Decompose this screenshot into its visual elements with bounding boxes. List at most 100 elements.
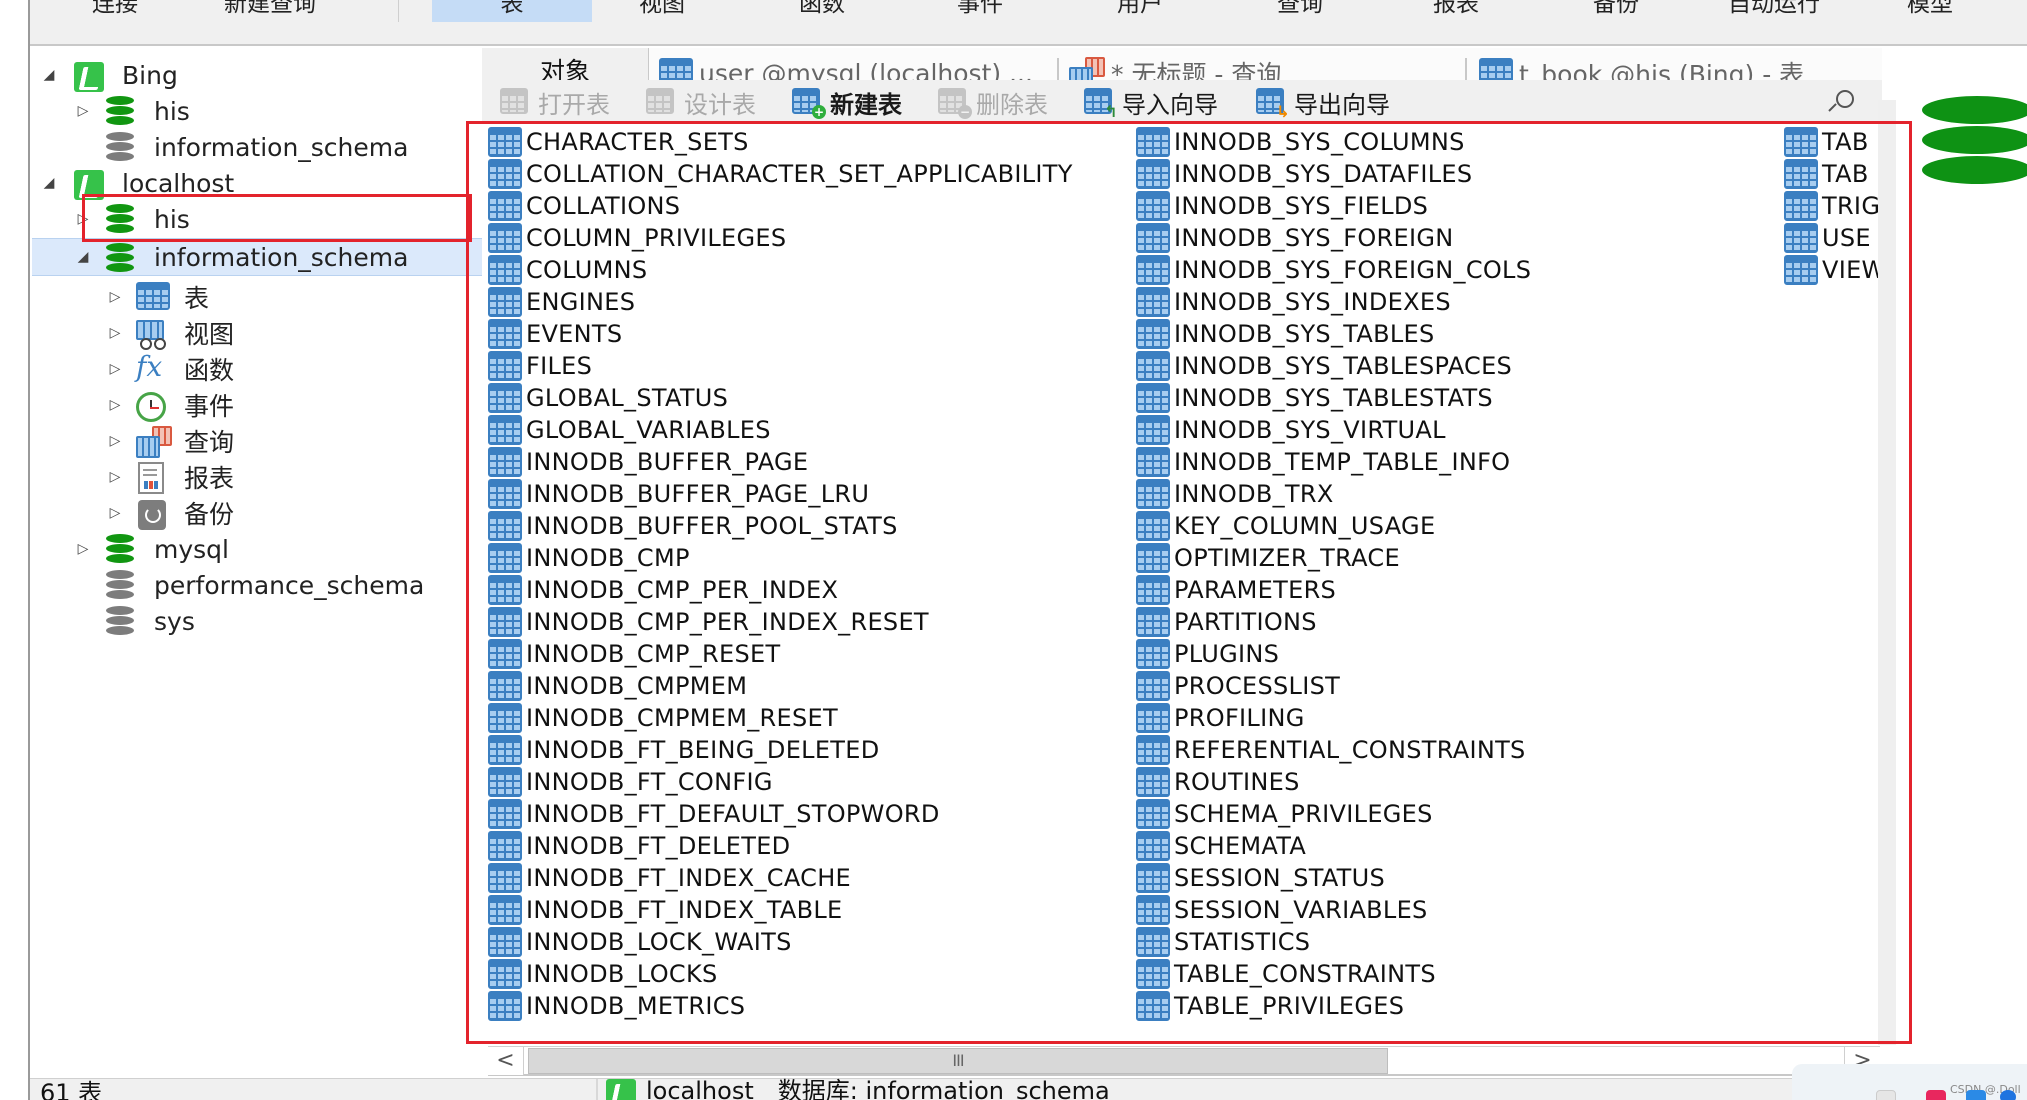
collapsed-arrow-icon[interactable]: ▷	[76, 210, 90, 228]
tree-item-reports[interactable]: ▷ 报表	[32, 460, 482, 494]
table-list-item[interactable]: TABLE_CONSTRAINTS	[1136, 958, 1436, 990]
table-list-item[interactable]: INNODB_TEMP_TABLE_INFO	[1136, 446, 1510, 478]
delete-table-button[interactable]: − 删除表	[938, 84, 1048, 120]
collapsed-arrow-icon[interactable]: ▷	[108, 324, 122, 342]
table-list-item[interactable]: COLUMNS	[488, 254, 647, 286]
table-list-item[interactable]: EVENTS	[488, 318, 622, 350]
table-list-item[interactable]: INNODB_SYS_FIELDS	[1136, 190, 1428, 222]
tree-item-information-schema[interactable]: information_schema	[32, 130, 482, 164]
ribbon-new-query[interactable]: 新建查询	[200, 0, 340, 22]
table-list-item[interactable]: PARAMETERS	[1136, 574, 1336, 606]
export-wizard-button[interactable]: ↳ 导出向导	[1256, 84, 1390, 120]
table-list-item[interactable]: STATISTICS	[1136, 926, 1310, 958]
search-icon[interactable]	[1826, 88, 1856, 118]
table-list-item[interactable]: COLLATIONS	[488, 190, 680, 222]
table-list-item[interactable]: INNODB_FT_INDEX_TABLE	[488, 894, 843, 926]
table-list-item[interactable]: INNODB_FT_DELETED	[488, 830, 790, 862]
table-list-item[interactable]: INNODB_BUFFER_PAGE	[488, 446, 808, 478]
table-list-item[interactable]: INNODB_CMPMEM	[488, 670, 747, 702]
table-list-item[interactable]: KEY_COLUMN_USAGE	[1136, 510, 1435, 542]
table-list-item[interactable]: INNODB_BUFFER_PAGE_LRU	[488, 478, 869, 510]
table-list-item[interactable]: INNODB_SYS_INDEXES	[1136, 286, 1451, 318]
tree-item-sys[interactable]: sys	[32, 604, 482, 638]
table-list-item[interactable]: INNODB_CMP_PER_INDEX_RESET	[488, 606, 929, 638]
tree-item-functions[interactable]: ▷ fx 函数	[32, 352, 482, 386]
tree-item-his[interactable]: ▷ his	[32, 94, 482, 128]
table-list-item[interactable]: TABLE_PRIVILEGES	[1136, 990, 1404, 1022]
tray-app-icon[interactable]	[1876, 1090, 1896, 1100]
collapsed-arrow-icon[interactable]: ▷	[76, 540, 90, 558]
table-list-item[interactable]: COLLATION_CHARACTER_SET_APPLICABILITY	[488, 158, 1073, 190]
table-list-item[interactable]: GLOBAL_STATUS	[488, 382, 728, 414]
table-list-item[interactable]: ENGINES	[488, 286, 635, 318]
table-list-item[interactable]: INNODB_CMP	[488, 542, 690, 574]
ribbon-users[interactable]: 用户	[1070, 0, 1210, 22]
ribbon-backup[interactable]: 备份	[1546, 0, 1686, 22]
open-table-button[interactable]: 打开表	[500, 84, 610, 120]
scroll-left-arrow-icon[interactable]: <	[488, 1047, 524, 1075]
table-list-item[interactable]: PLUGINS	[1136, 638, 1279, 670]
table-list-item[interactable]: COLUMN_PRIVILEGES	[488, 222, 786, 254]
table-list-item[interactable]: INNODB_CMP_PER_INDEX	[488, 574, 838, 606]
table-list-item[interactable]: INNODB_SYS_FOREIGN_COLS	[1136, 254, 1531, 286]
collapsed-arrow-icon[interactable]: ▷	[108, 504, 122, 522]
table-list-item[interactable]: PROFILING	[1136, 702, 1305, 734]
table-list-item[interactable]: INNODB_CMP_RESET	[488, 638, 780, 670]
table-list-item[interactable]: INNODB_FT_BEING_DELETED	[488, 734, 880, 766]
table-list-item[interactable]: SCHEMATA	[1136, 830, 1306, 862]
ribbon-model[interactable]: 模型	[1870, 0, 1990, 22]
import-wizard-button[interactable]: ↰ 导入向导	[1084, 84, 1218, 120]
table-list-item[interactable]: INNODB_SYS_TABLESTATS	[1136, 382, 1493, 414]
table-list-item[interactable]: TAB	[1784, 158, 1869, 190]
ribbon-events[interactable]: 事件	[910, 0, 1050, 22]
expanded-arrow-icon[interactable]: ◢	[42, 66, 56, 84]
table-list-item[interactable]: ROUTINES	[1136, 766, 1300, 798]
table-list-item[interactable]: INNODB_CMPMEM_RESET	[488, 702, 838, 734]
tree-item-views[interactable]: ▷ 视图	[32, 316, 482, 350]
table-list-item[interactable]: INNODB_SYS_COLUMNS	[1136, 126, 1465, 158]
expanded-arrow-icon[interactable]: ◢	[76, 248, 90, 266]
table-list-item[interactable]: INNODB_SYS_TABLESPACES	[1136, 350, 1512, 382]
tree-item-localhost[interactable]: ◢ localhost	[32, 166, 482, 200]
table-list-item[interactable]: INNODB_SYS_TABLES	[1136, 318, 1435, 350]
table-list-item[interactable]: INNODB_BUFFER_POOL_STATS	[488, 510, 898, 542]
tray-app-icon[interactable]	[1926, 1090, 1946, 1100]
collapsed-arrow-icon[interactable]: ▷	[108, 396, 122, 414]
collapsed-arrow-icon[interactable]: ▷	[108, 432, 122, 450]
tree-item-bing[interactable]: ◢ Bing	[32, 58, 482, 92]
ribbon-functions[interactable]: 函数	[752, 0, 892, 22]
table-list-item[interactable]: INNODB_SYS_VIRTUAL	[1136, 414, 1446, 446]
table-list-item[interactable]: INNODB_FT_CONFIG	[488, 766, 773, 798]
collapsed-arrow-icon[interactable]: ▷	[76, 102, 90, 120]
table-list-item[interactable]: INNODB_FT_INDEX_CACHE	[488, 862, 851, 894]
tree-item-backups[interactable]: ▷ 备份	[32, 496, 482, 530]
table-list-item[interactable]: SESSION_STATUS	[1136, 862, 1385, 894]
collapsed-arrow-icon[interactable]: ▷	[108, 288, 122, 306]
table-list-item[interactable]: INNODB_LOCKS	[488, 958, 718, 990]
table-list-item[interactable]: SCHEMA_PRIVILEGES	[1136, 798, 1433, 830]
ribbon-connect[interactable]: 连接	[70, 0, 160, 22]
tree-item-queries[interactable]: ▷ 查询	[32, 424, 482, 458]
tree-item-information-schema-selected[interactable]: ◢ information_schema	[32, 238, 482, 276]
tray-app-icon[interactable]	[1966, 1090, 1986, 1100]
new-table-button[interactable]: + 新建表	[792, 84, 902, 120]
table-list-item[interactable]: SESSION_VARIABLES	[1136, 894, 1428, 926]
table-list-item[interactable]: INNODB_TRX	[1136, 478, 1334, 510]
table-list-item[interactable]: PARTITIONS	[1136, 606, 1317, 638]
ribbon-tables-label[interactable]: 表	[432, 0, 592, 22]
tree-item-events[interactable]: ▷ 事件	[32, 388, 482, 422]
table-list-item[interactable]: FILES	[488, 350, 592, 382]
table-list-item[interactable]: INNODB_SYS_DATAFILES	[1136, 158, 1472, 190]
table-list-item[interactable]: INNODB_LOCK_WAITS	[488, 926, 792, 958]
table-list-item[interactable]: INNODB_FT_DEFAULT_STOPWORD	[488, 798, 940, 830]
scrollbar-thumb[interactable]: III	[528, 1048, 1388, 1074]
table-list-item[interactable]: CHARACTER_SETS	[488, 126, 749, 158]
table-list-item[interactable]: OPTIMIZER_TRACE	[1136, 542, 1400, 574]
ribbon-reports[interactable]: 报表	[1386, 0, 1526, 22]
table-list-item[interactable]: REFERENTIAL_CONSTRAINTS	[1136, 734, 1526, 766]
table-list-item[interactable]: TRIG	[1784, 190, 1880, 222]
bluetooth-icon[interactable]	[2000, 1090, 2016, 1100]
tree-item-mysql[interactable]: ▷ mysql	[32, 532, 482, 566]
table-list-item[interactable]: TAB	[1784, 126, 1869, 158]
ribbon-views[interactable]: 视图	[592, 0, 732, 22]
